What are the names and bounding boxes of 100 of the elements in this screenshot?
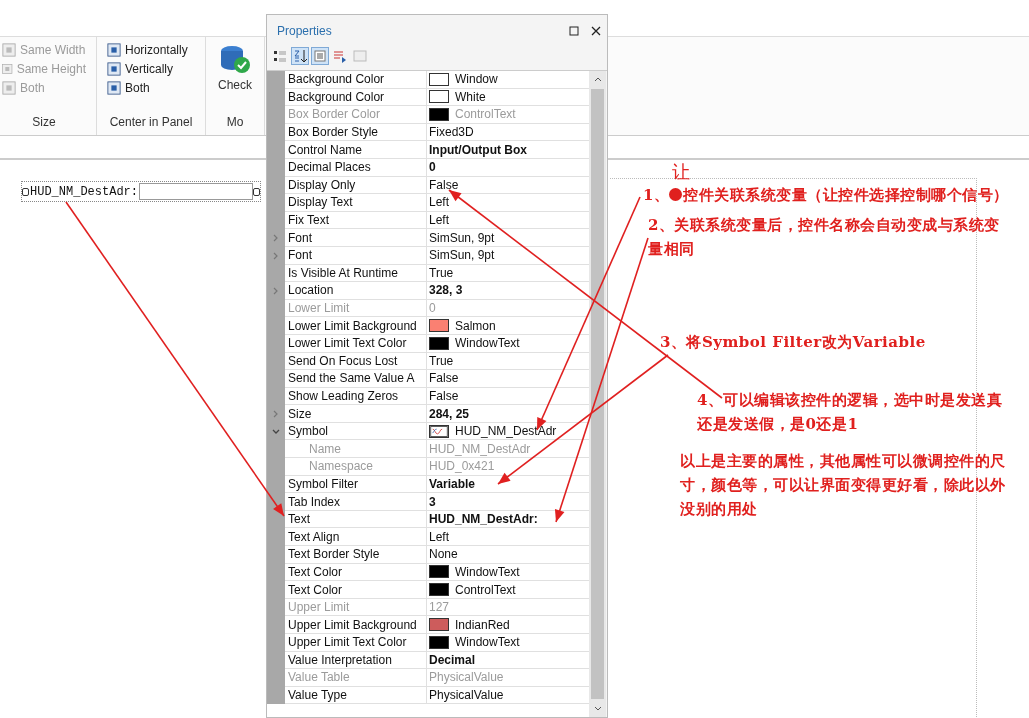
property-name[interactable]: Text Color	[285, 563, 427, 582]
panel-title: Properties	[277, 24, 332, 38]
property-name[interactable]: Size	[285, 405, 427, 423]
resize-handle[interactable]	[22, 187, 29, 196]
value-text: Input/Output Box	[429, 142, 527, 157]
value-text: True	[429, 353, 454, 368]
resize-icon	[2, 43, 16, 57]
scroll-thumb[interactable]	[591, 89, 604, 699]
wave-icon	[429, 424, 449, 438]
property-value[interactable]: ControlText	[427, 581, 589, 599]
value-text: 0	[429, 160, 436, 175]
value-text: HUD_NM_DestAdr	[429, 441, 531, 456]
property-name[interactable]: Tab Index	[285, 493, 427, 511]
property-value[interactable]: None	[427, 546, 589, 564]
value-text: SimSun, 9pt	[429, 248, 495, 263]
resize-handle[interactable]	[253, 187, 261, 196]
value-text: False	[429, 177, 459, 192]
property-name[interactable]: Display Only	[285, 176, 427, 195]
value-text: Salmon	[455, 318, 496, 333]
value-text: 3	[429, 494, 436, 509]
property-name[interactable]: Fix Text	[285, 211, 427, 230]
property-value[interactable]: WindowText	[427, 634, 589, 652]
value-text: 127	[429, 600, 450, 615]
resize-icon	[2, 62, 13, 76]
list-icon[interactable]	[311, 47, 329, 65]
property-name[interactable]: Background Color	[285, 88, 427, 107]
property-value[interactable]: Window	[427, 71, 589, 89]
ribbon-button[interactable]: Vertically	[105, 61, 197, 77]
check-button[interactable]: Check	[214, 42, 256, 94]
sort-alphabetical-icon[interactable]	[291, 47, 309, 65]
annotation-text: 3、将Symbol Filter改为Variable	[660, 332, 927, 353]
property-name[interactable]: Value Interpretation	[285, 651, 427, 670]
property-value[interactable]: 328, 3	[427, 282, 589, 300]
value-text: Left	[429, 195, 449, 210]
property-name[interactable]: Display Text	[285, 194, 427, 212]
value-text: 284, 25	[429, 406, 470, 421]
value-text: ControlText	[455, 582, 516, 597]
value-text: HUD_NM_DestAdr	[455, 424, 557, 439]
property-name[interactable]: Show Leading Zeros	[285, 387, 427, 406]
property-value[interactable]: IndianRed	[427, 616, 589, 634]
value-text: White	[455, 89, 486, 104]
property-name[interactable]: Background Color	[285, 71, 427, 89]
property-name[interactable]: Lower Limit Background	[285, 317, 427, 335]
value-text: Left	[429, 213, 449, 228]
center-icon	[107, 81, 121, 95]
center-icon	[107, 43, 121, 57]
value-text: WindowText	[455, 336, 520, 351]
value-text: Fixed3D	[429, 125, 474, 140]
annotation-text: 4、可以编辑该控件的逻辑，选中时是发送真还是发送假，是0还是1	[697, 390, 1004, 435]
property-name[interactable]: Send the Same Value A	[285, 370, 427, 388]
property-name[interactable]: Upper Limit Background	[285, 616, 427, 634]
ribbon-button[interactable]: Horizontally	[105, 42, 197, 58]
property-value[interactable]: Input/Output Box	[427, 141, 589, 159]
property-name[interactable]: Symbol Filter	[285, 475, 427, 494]
property-name[interactable]: Upper Limit Text Color	[285, 634, 427, 652]
property-value[interactable]: WindowText	[427, 563, 589, 582]
annotation-text: 2、关联系统变量后，控件名称会自动变成与系统变量相同	[648, 215, 1001, 260]
property-name[interactable]: Box Border Style	[285, 123, 427, 142]
property-name[interactable]: Location	[285, 282, 427, 300]
property-value[interactable]: White	[427, 88, 589, 107]
value-text: Variable	[429, 476, 476, 491]
property-name[interactable]: Decimal Places	[285, 158, 427, 177]
ribbon-button[interactable]: Both	[105, 80, 197, 96]
property-name[interactable]: Send On Focus Lost	[285, 352, 427, 371]
property-name[interactable]: Font	[285, 246, 427, 265]
value-text: None	[429, 547, 458, 562]
property-value[interactable]: WindowText	[427, 334, 589, 353]
close-icon[interactable]	[589, 24, 603, 38]
maximize-icon[interactable]	[567, 24, 581, 38]
property-name[interactable]: Symbol	[285, 422, 427, 441]
input-field[interactable]	[139, 183, 254, 200]
selected-control[interactable]: HUD_NM_DestAdr:	[21, 181, 262, 202]
value-text: HUD_NM_DestAdr:	[429, 512, 538, 527]
annotation-mark: 让	[672, 160, 691, 184]
value-text: ControlText	[455, 107, 516, 122]
property-name[interactable]: Font	[285, 229, 427, 247]
scrollbar[interactable]	[589, 71, 606, 717]
value-text: Window	[455, 72, 498, 87]
property-name[interactable]: Control Name	[285, 141, 427, 159]
property-name[interactable]: Lower Limit Text Color	[285, 334, 427, 353]
property-name[interactable]: Text Align	[285, 528, 427, 547]
property-name[interactable]: Is Visible At Runtime	[285, 264, 427, 283]
property-name[interactable]: Value Type	[285, 686, 427, 705]
value-text: IndianRed	[455, 617, 510, 632]
annotation-text: 1、 控件关联系统变量（让控件选择控制哪个信号）	[643, 185, 1010, 206]
property-value[interactable]: Salmon	[427, 317, 589, 335]
value-text: WindowText	[455, 564, 520, 579]
value-text: PhysicalValue	[429, 670, 504, 685]
value-text: PhysicalValue	[429, 688, 504, 703]
resize-icon	[2, 81, 16, 95]
value-text: False	[429, 389, 459, 403]
group-label: Center in Panel	[109, 115, 193, 129]
property-name[interactable]: Text Color	[285, 581, 427, 599]
value-text: True	[429, 265, 454, 280]
value-text: 328, 3	[429, 283, 463, 298]
property-name[interactable]: Text Border Style	[285, 546, 427, 564]
group-label: Mo	[226, 115, 244, 129]
center-icon	[107, 62, 121, 76]
property-name[interactable]: Text	[285, 510, 427, 529]
value-text: Decimal	[429, 652, 476, 667]
